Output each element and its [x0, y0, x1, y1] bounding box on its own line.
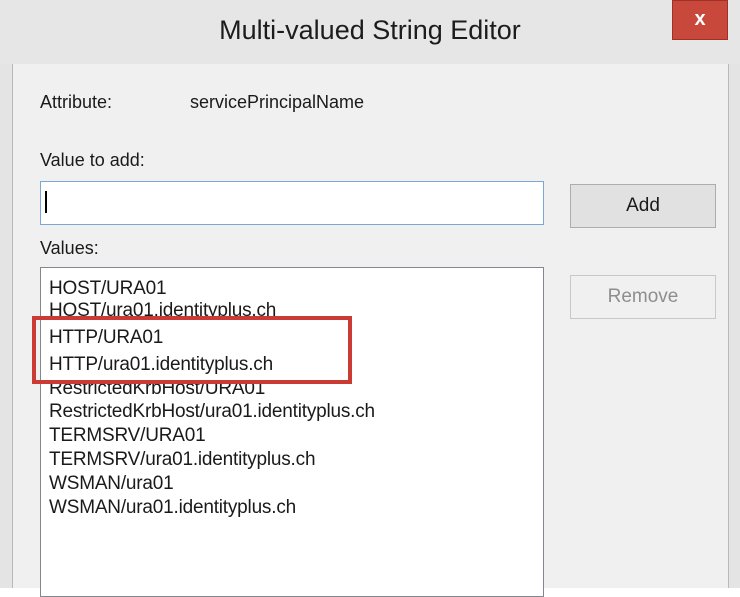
window-border-right: [728, 0, 740, 588]
list-item[interactable]: TERMSRV/ura01.identityplus.ch: [49, 449, 316, 471]
value-to-add-label: Value to add:: [40, 150, 145, 170]
text-cursor: [45, 191, 47, 213]
close-icon: x: [694, 8, 706, 30]
list-item[interactable]: WSMAN/ura01.identityplus.ch: [49, 497, 296, 519]
values-label: Values:: [40, 238, 99, 258]
window-title: Multi-valued String Editor: [219, 15, 521, 45]
close-button[interactable]: x: [672, 0, 728, 40]
title-bar[interactable]: Multi-valued String Editor x: [0, 0, 740, 64]
list-item[interactable]: TERMSRV/URA01: [49, 425, 206, 447]
highlight-box: [32, 316, 352, 384]
remove-button[interactable]: Remove: [570, 275, 716, 319]
window-border-left: [0, 0, 13, 588]
add-button[interactable]: Add: [570, 184, 716, 228]
dialog-window: Multi-valued String Editor x Attribute: …: [0, 0, 740, 597]
list-item[interactable]: WSMAN/ura01: [49, 473, 174, 495]
list-item[interactable]: RestrictedKrbHost/ura01.identityplus.ch: [49, 401, 375, 423]
attribute-value: servicePrincipalName: [190, 92, 365, 112]
value-to-add-input[interactable]: [40, 181, 544, 225]
list-item[interactable]: HOST/URA01: [49, 278, 167, 300]
attribute-label: Attribute:: [40, 92, 113, 112]
